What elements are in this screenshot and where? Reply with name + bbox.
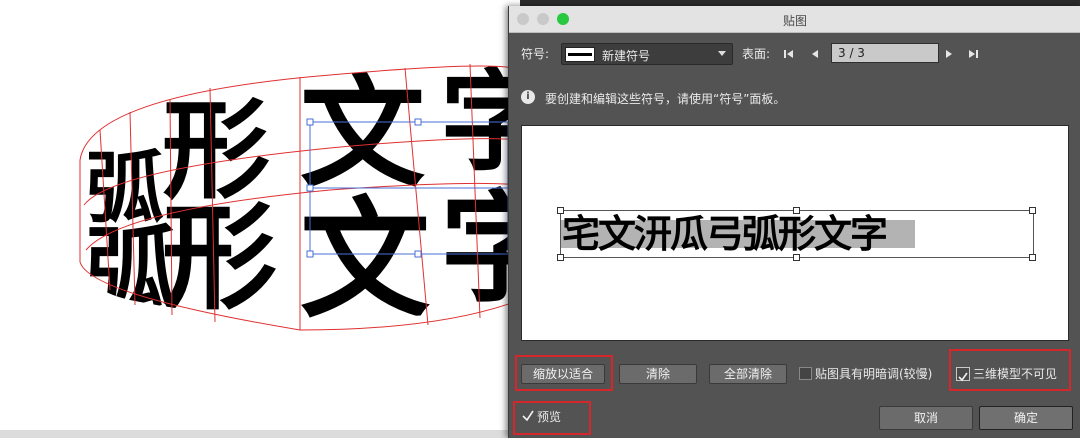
resize-handle[interactable] (557, 254, 564, 261)
info-text: 要创建和编辑这些符号，请使用“符号”面板。 (545, 92, 786, 106)
artboard[interactable]: 弧 形 文 字 弧 形 文 字 (0, 0, 520, 438)
first-page-icon[interactable] (783, 48, 795, 60)
map-art-dialog: 贴图 符号: 新建符号 表面: 3 / 3 i 要创建和编辑这些符号，请使用“符… (508, 6, 1080, 438)
resize-handle[interactable] (1029, 254, 1036, 261)
shade-artwork-checkbox[interactable] (799, 367, 812, 380)
resize-handle[interactable] (557, 207, 564, 214)
resize-handle[interactable] (1029, 207, 1036, 214)
surface-field[interactable]: 3 / 3 (831, 43, 939, 63)
shade-artwork-label: 贴图具有明暗调(较慢) (815, 367, 933, 381)
preview-bounding-box (560, 210, 1034, 258)
dialog-titlebar: 贴图 (509, 6, 1080, 33)
symbol-dropdown[interactable]: 新建符号 (561, 43, 733, 65)
prev-page-icon[interactable] (809, 48, 821, 60)
cylinder-char-7: 文 (300, 184, 430, 336)
cancel-button[interactable]: 取消 (879, 406, 973, 430)
symbol-thumbnail (565, 47, 595, 62)
next-page-icon[interactable] (943, 48, 955, 60)
preview-strip: 宅文汧瓜弓弧形文字 (557, 207, 1036, 261)
symbol-label: 符号: (521, 47, 550, 61)
info-icon: i (521, 90, 535, 104)
artwork-preview[interactable]: 宅文汧瓜弓弧形文字 (521, 125, 1069, 341)
resize-handle[interactable] (793, 254, 800, 261)
last-page-icon[interactable] (967, 48, 979, 60)
ok-button[interactable]: 确定 (979, 406, 1073, 430)
chevron-down-icon (718, 51, 726, 56)
highlight-invisible-geometry (949, 349, 1071, 391)
clear-all-button[interactable]: 全部清除 (709, 364, 787, 384)
highlight-preview (513, 401, 591, 435)
artboard-scroll-area (0, 430, 520, 438)
surface-label: 表面: (742, 47, 771, 61)
clear-button[interactable]: 清除 (619, 364, 697, 384)
dialog-title: 贴图 (782, 14, 807, 28)
highlight-scale-to-fit (515, 355, 613, 391)
resize-handle[interactable] (793, 207, 800, 214)
3d-text-cylinder: 弧 形 文 字 弧 形 文 字 (79, 63, 520, 336)
symbol-dropdown-value: 新建符号 (602, 49, 651, 63)
